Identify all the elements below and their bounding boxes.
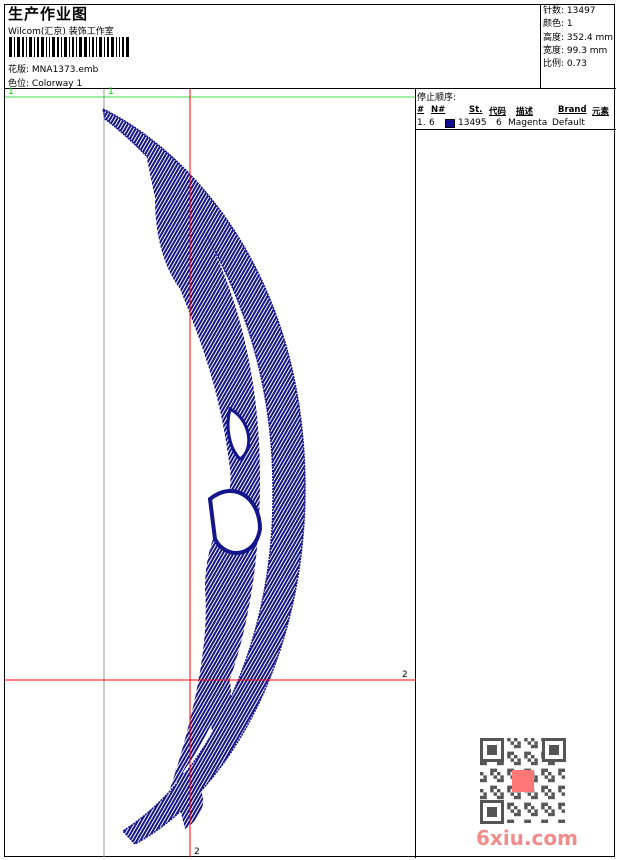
guide-label: 2 <box>194 847 200 857</box>
panel-divider <box>415 88 416 858</box>
barcode-bar <box>17 37 20 57</box>
barcode-bar <box>14 37 15 57</box>
col-brand: Brand <box>558 105 587 115</box>
table-divider <box>415 129 616 130</box>
barcode-bar <box>52 37 55 57</box>
barcode-bar <box>107 37 109 57</box>
col-element: 元素 <box>592 107 610 117</box>
seal-stamp <box>512 770 534 792</box>
stop-sequence-panel: 停止顺序: # N# St. 代码 描述 Brand 元素 1. 6 13495… <box>417 89 615 128</box>
barcode-bar <box>104 37 105 57</box>
col-needle: N# <box>431 105 446 115</box>
table-row: 1. 6 13495 6 Magenta Default <box>417 118 615 128</box>
barcode-bar <box>69 37 70 57</box>
stitch-count: 针数: 13497 <box>543 6 596 16</box>
design-file: 花版: MNA1373.emb <box>8 62 98 75</box>
col-index: # <box>417 105 425 115</box>
barcode-bar <box>29 37 32 57</box>
barcode <box>9 37 142 57</box>
barcode-bar <box>96 37 97 57</box>
row-stitches: 13495 <box>458 118 487 128</box>
studio-name: Wilcom(汇京) 装饰工作室 <box>8 27 114 37</box>
barcode-bar <box>116 37 117 57</box>
guide-label: 2 <box>402 670 408 680</box>
color-count: 颜色: 1 <box>543 19 573 30</box>
barcode-bar <box>61 37 62 57</box>
col-stitches: St. <box>469 105 483 115</box>
barcode-bar <box>49 37 50 57</box>
barcode-bar <box>79 37 82 57</box>
watermark-logo: 6xiu.com <box>476 826 578 850</box>
barcode-bar <box>46 37 47 57</box>
barcode-bar <box>99 37 102 57</box>
barcode-bar <box>37 37 39 57</box>
barcode-bar <box>57 37 59 57</box>
design-canvas <box>5 89 415 857</box>
guide-label: 1 <box>108 87 114 97</box>
barcode-bar <box>34 37 35 57</box>
barcode-bar <box>111 37 114 57</box>
qr-code <box>480 738 566 824</box>
barcode-bar <box>64 37 67 57</box>
guide-label: 1 <box>8 87 14 97</box>
row-code: 6 <box>496 118 502 128</box>
barcode-bar <box>119 37 120 57</box>
stop-sequence-title: 停止顺序: <box>417 93 457 103</box>
page-title: 生产作业图 <box>8 5 89 23</box>
design-value: MNA1373.emb <box>31 65 99 75</box>
design-scale: 比例: 0.73 <box>543 59 587 70</box>
stop-sequence-header: # N# St. 代码 描述 Brand 元素 <box>417 105 615 117</box>
barcode-bar <box>41 37 44 57</box>
embroidery-design <box>101 107 306 845</box>
barcode-bar <box>22 37 24 57</box>
barcode-bar <box>84 37 87 57</box>
design-info-box: 针数: 13497 颜色: 1 高度: 352.4 mm 宽度: 99.3 mm… <box>540 4 616 88</box>
barcode-bar <box>9 37 12 57</box>
barcode-bar <box>92 37 94 57</box>
barcode-bar <box>76 37 77 57</box>
row-description: Magenta <box>508 118 548 128</box>
barcode-bar <box>126 37 129 57</box>
barcode-bar <box>26 37 27 57</box>
barcode-bar <box>122 37 124 57</box>
design-label: 花版: <box>8 65 30 75</box>
col-description: 描述 <box>516 107 534 117</box>
design-height: 高度: 352.4 mm <box>543 32 614 43</box>
design-width: 宽度: 99.3 mm <box>543 45 608 56</box>
col-code: 代码 <box>489 107 507 117</box>
row-brand: Default <box>552 118 585 128</box>
barcode-bar <box>72 37 74 57</box>
row-needle: 6 <box>429 118 435 128</box>
color-swatch <box>445 118 455 128</box>
barcode-bar <box>89 37 90 57</box>
row-index: 1. <box>417 118 426 128</box>
